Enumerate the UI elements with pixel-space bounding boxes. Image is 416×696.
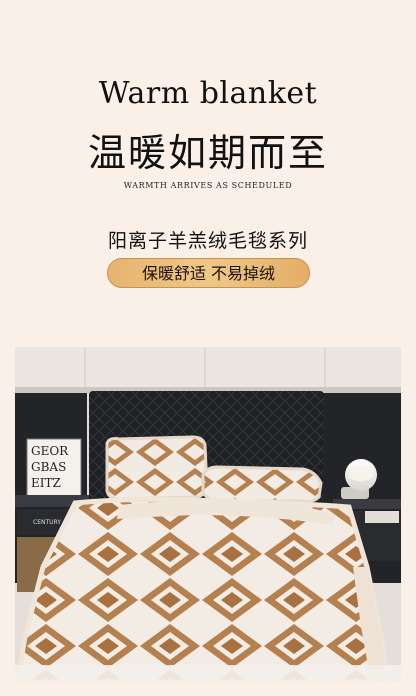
hero-title-cn: 温暖如期而至 — [87, 131, 328, 175]
wall-art: GEOR GBAS EITZ — [26, 438, 82, 498]
blanket — [15, 496, 390, 682]
feature-badge: 保暖舒适 不易掉绒 — [107, 258, 310, 288]
product-photo: GEOR GBAS EITZ CENTURY — [15, 347, 401, 682]
book-label: CENTURY — [33, 519, 61, 526]
hero-subtitle-en: WARMTH ARRIVES AS SCHEDULED — [123, 181, 293, 190]
pillow-right — [201, 465, 323, 503]
rug — [15, 665, 401, 682]
hero-title-en: Warm blanket — [98, 76, 318, 111]
frame-text-line: GBAS — [31, 460, 66, 474]
frame-text-line: GEOR — [31, 444, 69, 458]
series-name: 阳离子羊羔绒毛毯系列 — [107, 230, 308, 252]
frame-text-line: EITZ — [31, 476, 61, 490]
pillow-left — [105, 435, 209, 501]
